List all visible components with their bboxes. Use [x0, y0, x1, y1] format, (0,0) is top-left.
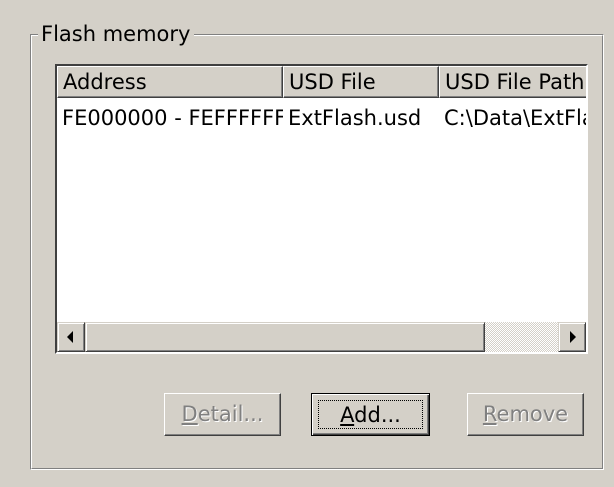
- group-title: Flash memory: [38, 22, 195, 46]
- arrow-right-icon: [570, 331, 576, 343]
- list-row[interactable]: FE000000 - FEFFFFFF ExtFlash.usd C:\Data…: [57, 104, 588, 132]
- flash-memory-list[interactable]: Address USD File USD File Path FE000000 …: [55, 64, 588, 354]
- detail-button[interactable]: Detail...: [164, 393, 281, 436]
- remove-button-mnemonic: R: [482, 402, 497, 426]
- cell-address: FE000000 - FEFFFFFF: [62, 106, 283, 130]
- add-button[interactable]: Add...: [311, 393, 430, 436]
- add-button-mnemonic: A: [340, 403, 355, 427]
- detail-button-label: etail...: [197, 402, 264, 426]
- arrow-left-icon: [67, 331, 73, 343]
- column-header-address[interactable]: Address: [57, 66, 283, 98]
- scroll-left-button[interactable]: [57, 322, 85, 352]
- horizontal-scrollbar[interactable]: [57, 322, 586, 352]
- scroll-right-button[interactable]: [558, 322, 586, 352]
- remove-button[interactable]: Remove: [467, 393, 584, 436]
- column-header-usd-file-path[interactable]: USD File Path: [439, 66, 586, 98]
- list-header: Address USD File USD File Path: [57, 66, 586, 98]
- detail-button-mnemonic: D: [181, 402, 198, 426]
- cell-usd-file: ExtFlash.usd: [288, 106, 422, 130]
- cell-usd-file-path: C:\Data\ExtFla: [444, 106, 588, 130]
- add-button-label: dd...: [354, 403, 401, 427]
- remove-button-label: emove: [496, 402, 569, 426]
- column-header-usd-file[interactable]: USD File: [283, 66, 439, 98]
- scrollbar-thumb[interactable]: [85, 322, 485, 352]
- add-button-focus-rect: Add...: [318, 400, 423, 429]
